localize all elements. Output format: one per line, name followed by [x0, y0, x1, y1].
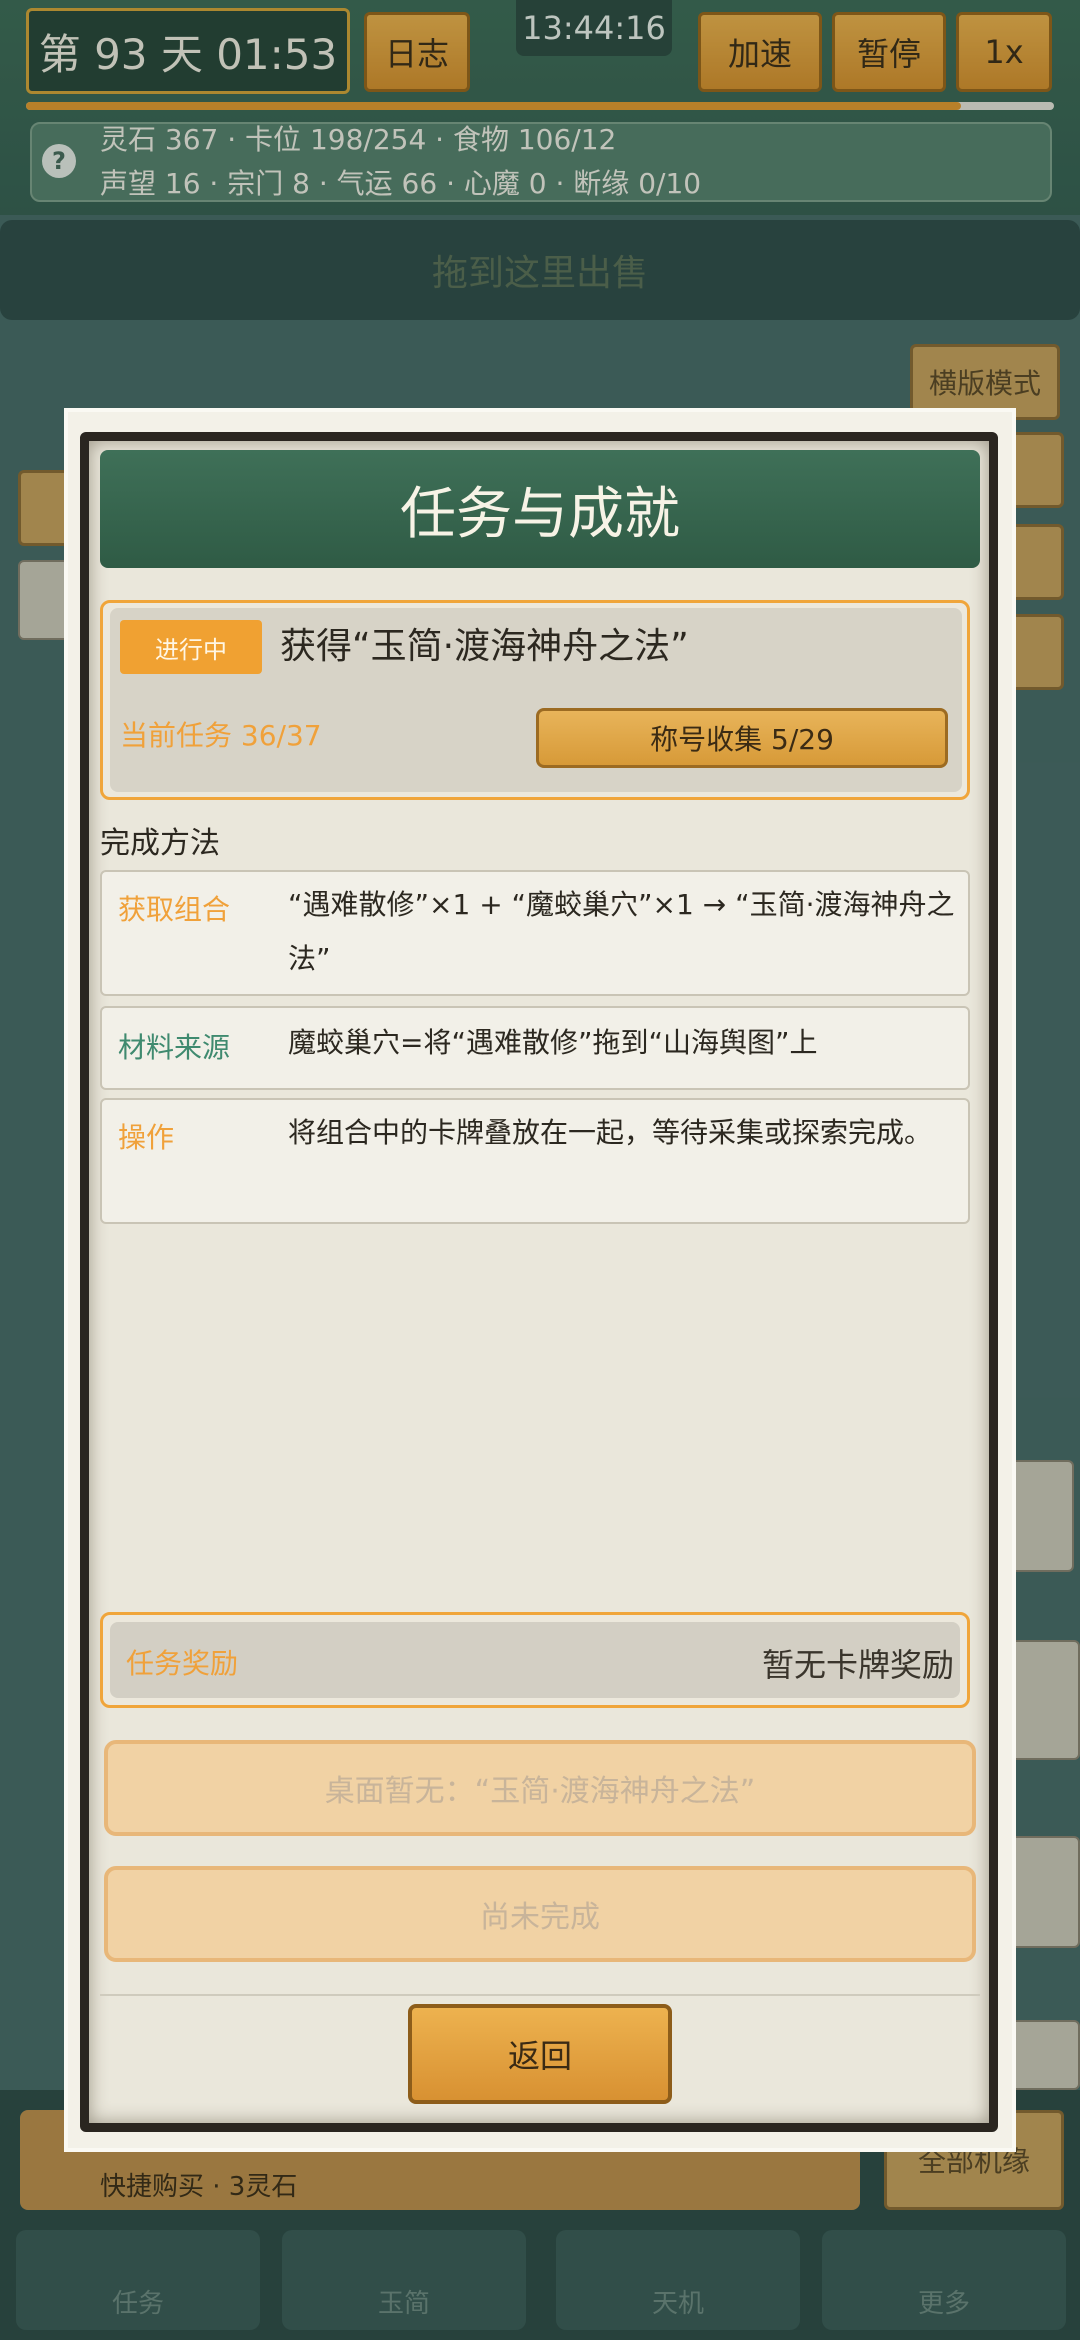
back-button[interactable]: 返回: [408, 2004, 672, 2104]
divider: [100, 1994, 980, 1996]
reward-value: 暂无卡牌奖励: [761, 1646, 954, 1684]
current-task-progress: 当前任务 36/37: [120, 719, 322, 752]
title-collection-button[interactable]: 称号收集 5/29: [536, 708, 948, 768]
reward-label: 任务奖励: [126, 1647, 239, 1680]
complete-button[interactable]: 尚未完成: [104, 1866, 976, 1962]
method-key: 获取组合: [118, 893, 231, 926]
desk-status-button[interactable]: 桌面暂无：“玉简·渡海神舟之法”: [104, 1740, 976, 1836]
method-key: 材料来源: [118, 1031, 231, 1064]
method-value: 将组合中的卡牌叠放在一起，等待采集或探索完成。: [288, 1116, 933, 1149]
modal-title: 任务与成就: [100, 450, 980, 568]
status-badge: 进行中: [120, 620, 262, 674]
task-title: 获得“玉简·渡海神舟之法”: [280, 626, 689, 667]
method-value: “遇难散修”×1 + “魔蛟巢穴”×1 → “玉简·渡海神舟之法”: [288, 888, 955, 975]
method-value: 魔蛟巢穴=将“遇难散修”拖到“山海舆图”上: [288, 1026, 818, 1059]
completion-method-heading: 完成方法: [100, 826, 220, 861]
method-key: 操作: [118, 1121, 175, 1154]
